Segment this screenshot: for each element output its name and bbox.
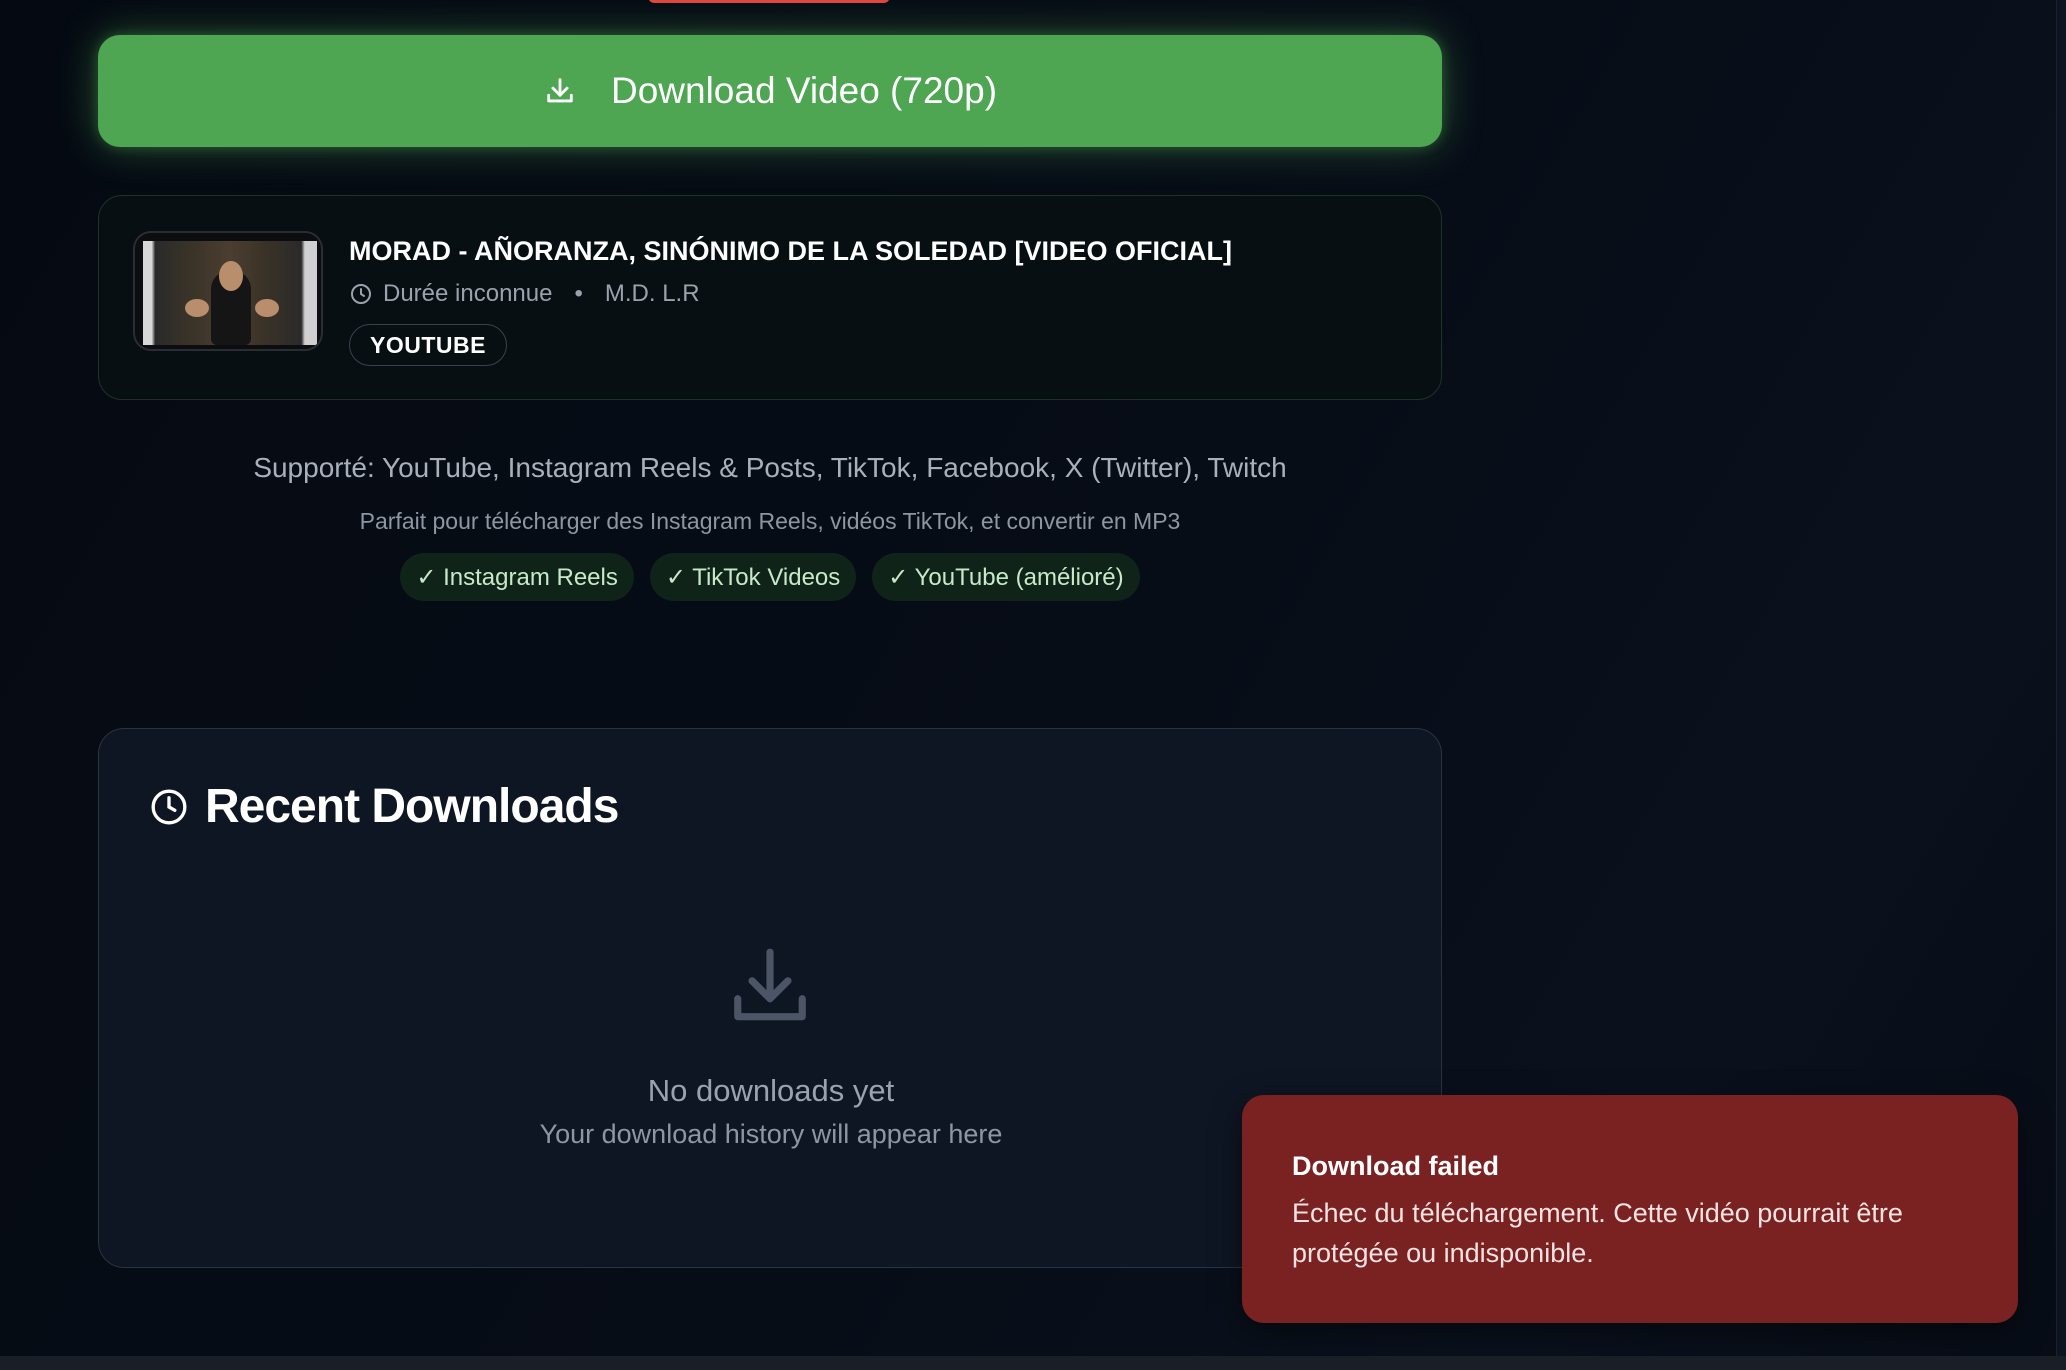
platform-badge: YOUTUBE xyxy=(349,324,507,366)
recent-downloads-title: Recent Downloads xyxy=(205,780,619,833)
recent-downloads-panel: Recent Downloads No downloads yet Your d… xyxy=(98,728,1442,1268)
empty-state-title: No downloads yet xyxy=(647,1073,895,1108)
toast-message: Échec du téléchargement. Cette vidéo pou… xyxy=(1292,1198,1903,1268)
feature-chips: ✓ Instagram Reels ✓ TikTok Videos ✓ YouT… xyxy=(98,553,1442,601)
video-title: MORAD - AÑORANZA, SINÓNIMO DE LA SOLEDAD… xyxy=(349,236,1232,266)
feature-chip-tiktok: ✓ TikTok Videos xyxy=(649,553,857,601)
toast-title: Download failed xyxy=(1292,1151,1500,1181)
video-info-card: MORAD - AÑORANZA, SINÓNIMO DE LA SOLEDAD… xyxy=(98,195,1442,400)
video-meta: Durée inconnue • M.D. L.R xyxy=(349,280,700,308)
clock-icon xyxy=(349,282,373,306)
feature-chip-instagram: ✓ Instagram Reels xyxy=(400,553,634,601)
error-toast[interactable]: Download failed Échec du téléchargement.… xyxy=(1242,1095,2018,1323)
page: Download Video (720p) MORAD - AÑORANZA, … xyxy=(0,0,2066,1370)
video-duration: Durée inconnue xyxy=(383,280,553,307)
feature-chip-youtube: ✓ YouTube (amélioré) xyxy=(872,553,1140,601)
recent-downloads-header: Recent Downloads xyxy=(149,779,619,834)
video-thumbnail xyxy=(133,231,323,351)
empty-download-icon xyxy=(727,945,813,1031)
download-icon xyxy=(543,74,577,108)
scrollbar-track[interactable] xyxy=(2056,0,2066,1370)
top-red-button-edge[interactable] xyxy=(648,0,890,3)
download-video-button[interactable]: Download Video (720p) xyxy=(98,35,1442,147)
video-author: M.D. L.R xyxy=(604,280,700,307)
history-clock-icon xyxy=(149,787,189,827)
supported-platforms-text: Supporté: YouTube, Instagram Reels & Pos… xyxy=(253,452,1287,483)
meta-separator: • xyxy=(574,280,583,307)
bottom-edge-bar xyxy=(0,1356,2066,1370)
tagline-text: Parfait pour télécharger des Instagram R… xyxy=(359,508,1181,534)
download-button-label: Download Video (720p) xyxy=(610,70,998,111)
